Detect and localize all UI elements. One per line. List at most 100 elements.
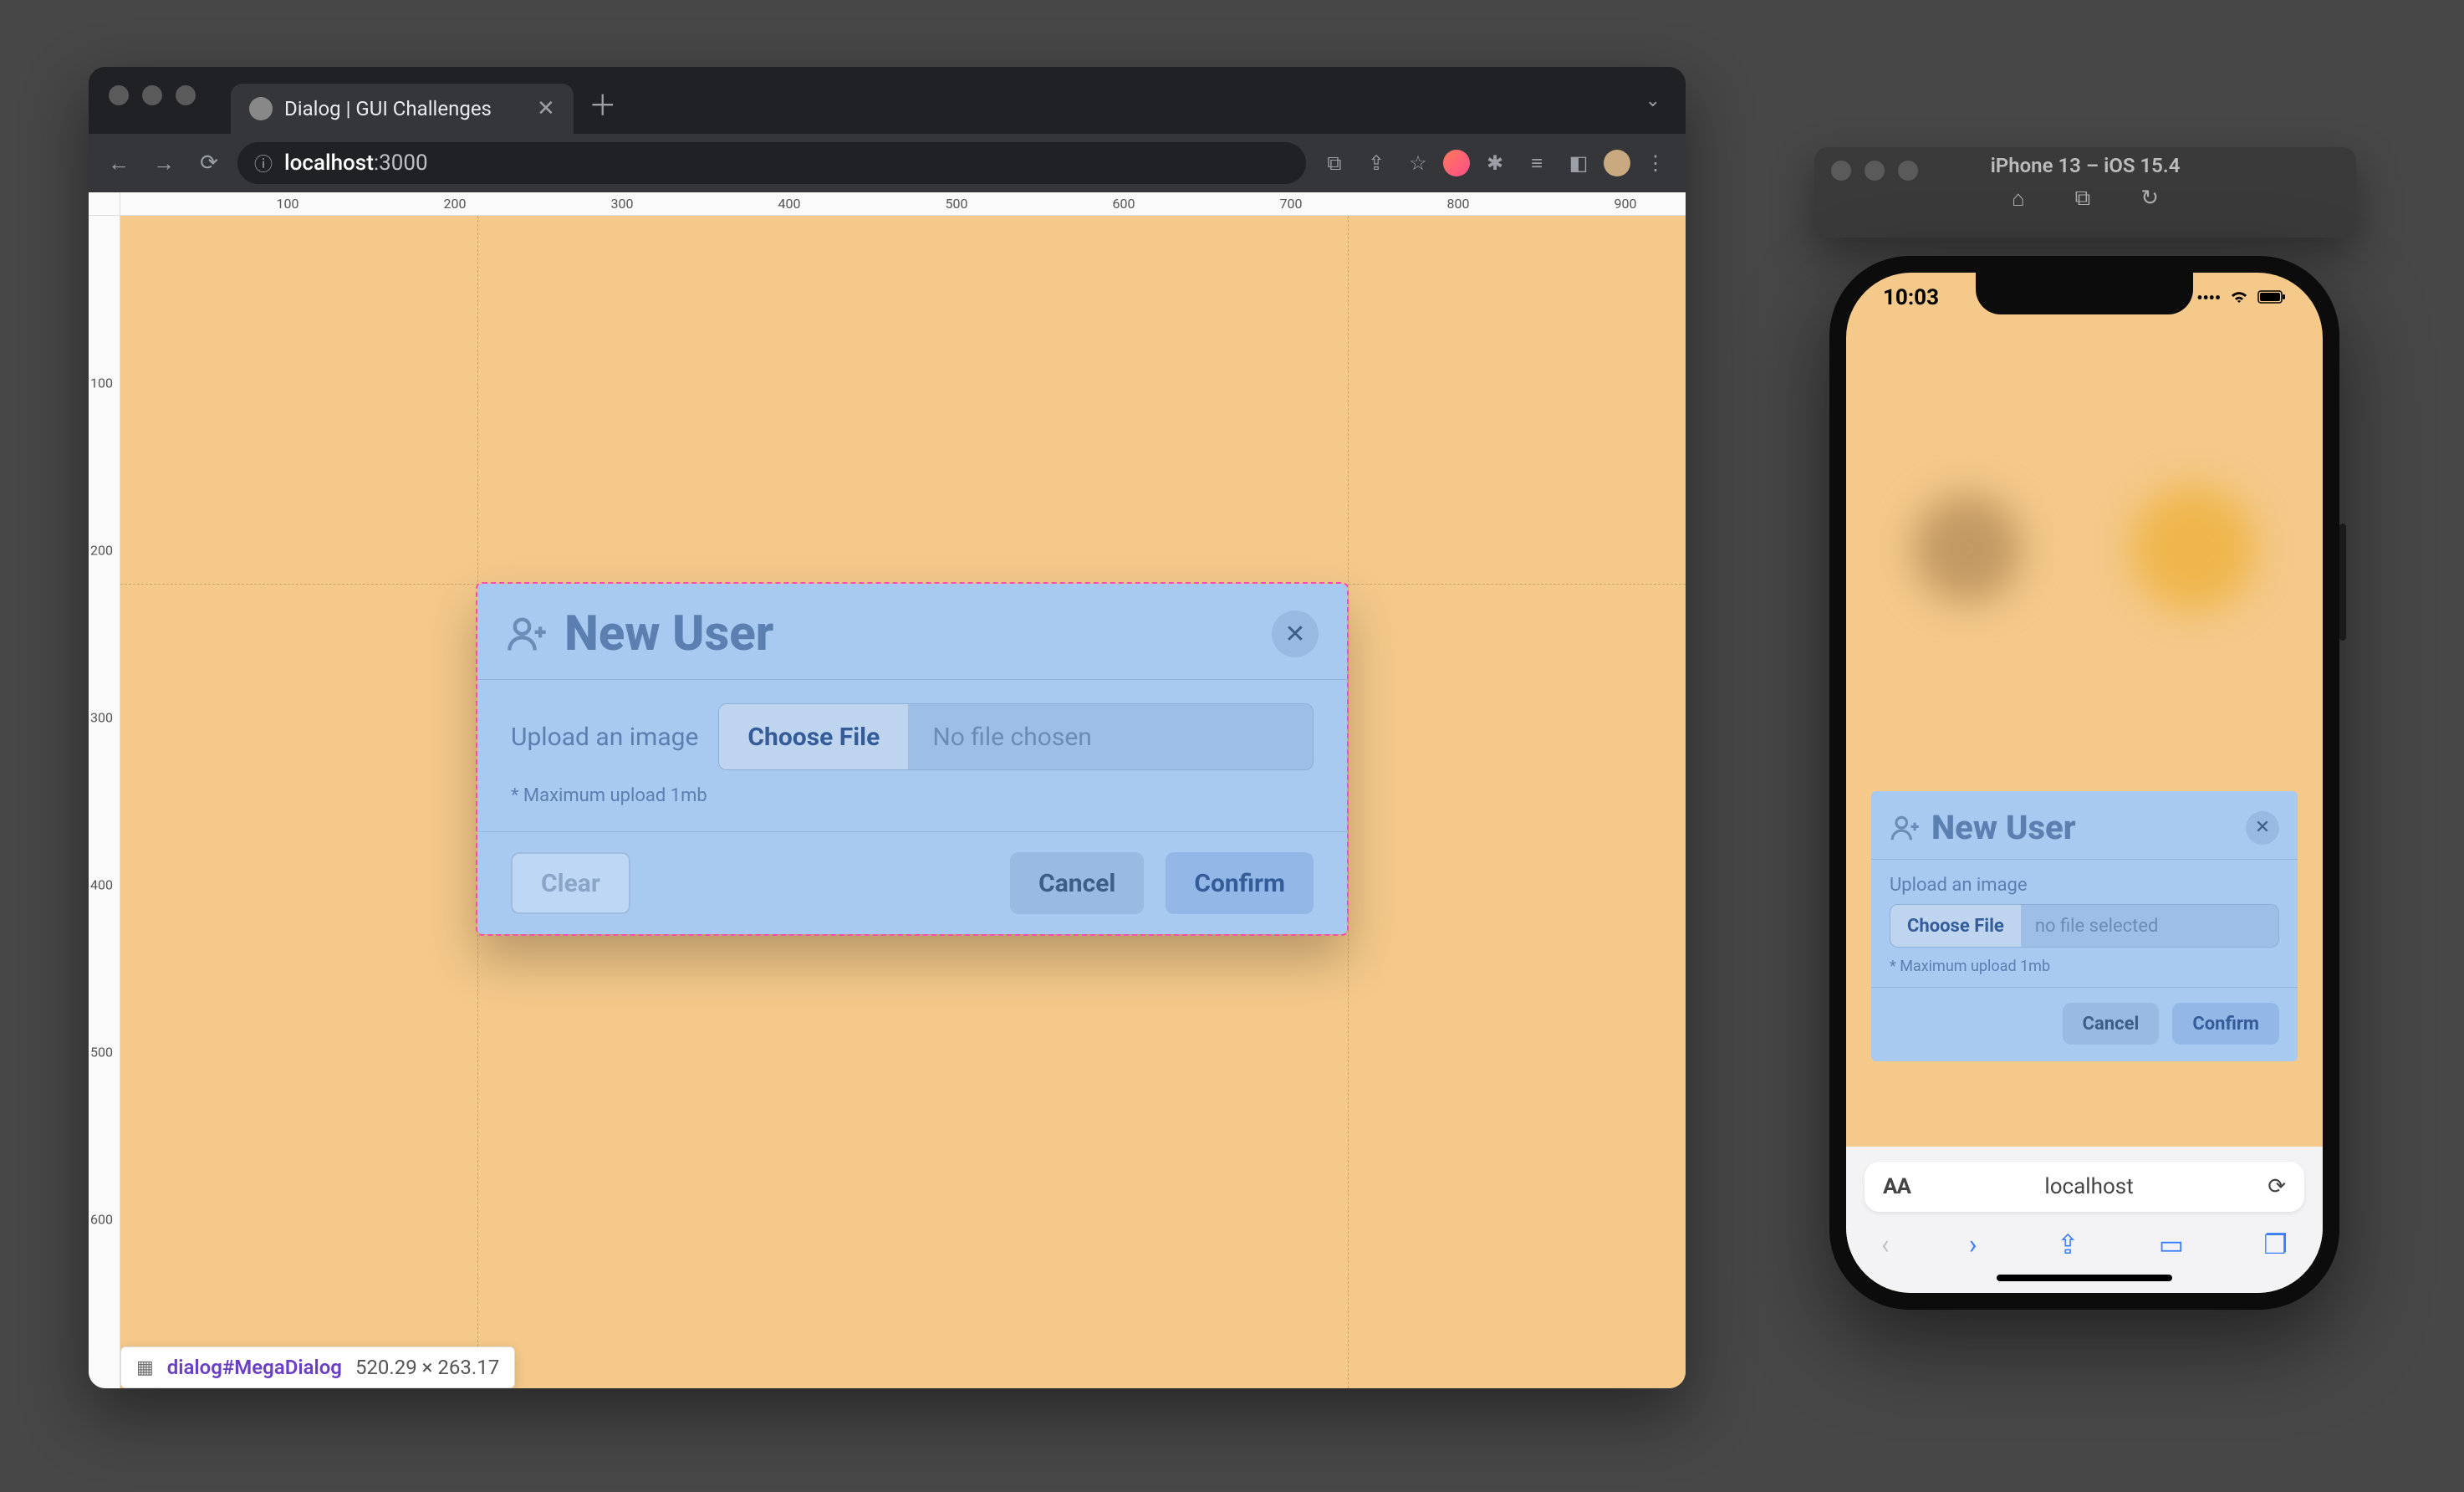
traffic-minimize-icon[interactable] (1865, 161, 1885, 181)
file-name-display: No file chosen (909, 704, 1313, 769)
cellular-icon: •••• (2196, 288, 2221, 308)
dialog-title: New User (1931, 808, 2076, 847)
ruler-tick: 400 (778, 196, 801, 212)
sim-rotate-icon[interactable]: ↻ (2140, 186, 2159, 212)
home-indicator[interactable] (1997, 1275, 2172, 1281)
ruler-tick: 100 (90, 376, 113, 391)
traffic-close-icon[interactable] (109, 85, 129, 105)
dialog-header: New User ✕ (477, 584, 1347, 679)
ruler-tick: 900 (1615, 196, 1637, 212)
address-bar[interactable]: ⓘ localhost:3000 (237, 142, 1306, 184)
devtools-dock-icon[interactable]: ◧ (1562, 146, 1595, 180)
sim-screenshot-icon[interactable]: ⧉ (2075, 186, 2091, 212)
choose-file-button[interactable]: Choose File (719, 704, 909, 769)
user-plus-icon (506, 612, 549, 656)
safari-address-bar[interactable]: AA localhost ⟳ (1865, 1162, 2304, 1212)
traffic-zoom-icon[interactable] (1898, 161, 1918, 181)
back-button[interactable]: ← (102, 146, 135, 180)
dialog-close-button[interactable]: ✕ (2246, 811, 2279, 845)
chrome-browser-window: Dialog | GUI Challenges ✕ ＋ ⌄ ← → ⟳ ⓘ lo… (89, 67, 1686, 1388)
dialog-title: New User (564, 605, 773, 662)
sim-traffic-lights[interactable] (1831, 161, 1918, 181)
status-time: 10:03 (1883, 285, 1939, 310)
grid-icon: ▦ (136, 1357, 154, 1378)
ruler-tick: 600 (90, 1212, 113, 1228)
confirm-button[interactable]: Confirm (2172, 1003, 2279, 1045)
wifi-icon (2229, 288, 2249, 308)
ruler-tick: 100 (277, 196, 299, 212)
window-traffic-lights[interactable] (109, 85, 196, 105)
ruler-corner (89, 192, 120, 216)
tab-strip: Dialog | GUI Challenges ✕ ＋ ⌄ (89, 67, 1686, 134)
chrome-menu-icon[interactable]: ⋮ (1639, 146, 1672, 180)
simulator-toolbar: ⌂ ⧉ ↻ (1814, 177, 2356, 212)
ruler-tick: 200 (90, 543, 113, 559)
extension-1-icon[interactable] (1443, 150, 1470, 176)
dialog-body: Upload an image Choose File No file chos… (477, 679, 1347, 831)
ruler-tick: 800 (1447, 196, 1470, 212)
phone-side-button (2339, 524, 2346, 641)
element-dimensions-text: 520.29 × 263.17 (355, 1356, 499, 1379)
ruler-tick: 400 (90, 877, 113, 893)
page-background-blurred (1846, 323, 2323, 774)
confirm-button[interactable]: Confirm (1166, 852, 1314, 914)
profile-avatar-icon[interactable] (1604, 150, 1630, 176)
open-external-icon[interactable]: ⧉ (1318, 146, 1351, 180)
cancel-button[interactable]: Cancel (2063, 1003, 2160, 1045)
safari-forward-icon[interactable]: › (1969, 1229, 1977, 1260)
new-user-dialog: New User ✕ Upload an image Choose File N… (477, 584, 1347, 934)
choose-file-button[interactable]: Choose File (1890, 905, 2022, 947)
safari-bookmarks-icon[interactable]: ▭ (2159, 1229, 2184, 1260)
reader-aa-icon[interactable]: AA (1883, 1174, 1910, 1199)
browser-tab[interactable]: Dialog | GUI Challenges ✕ (231, 84, 574, 134)
safari-share-icon[interactable]: ⇪ (2057, 1229, 2079, 1260)
extensions-puzzle-icon[interactable]: ✱ (1478, 146, 1512, 180)
site-info-icon[interactable]: ⓘ (254, 150, 273, 176)
ruler-tick: 300 (611, 196, 634, 212)
devtools-element-badge[interactable]: ▦ dialog#MegaDialog 520.29 × 263.17 (120, 1346, 515, 1388)
upload-label: Upload an image (511, 723, 698, 752)
forward-button[interactable]: → (147, 146, 181, 180)
ruler-tick: 500 (946, 196, 968, 212)
devtools-guide (1348, 216, 1349, 1388)
phone-screen[interactable]: 10:03 •••• New User ✕ (1846, 273, 2323, 1293)
battery-icon (2257, 288, 2286, 308)
traffic-zoom-icon[interactable] (176, 85, 196, 105)
ruler-tick: 300 (90, 710, 113, 726)
safari-back-icon[interactable]: ‹ (1881, 1229, 1890, 1260)
user-plus-icon (1890, 812, 1921, 844)
upload-hint: * Maximum upload 1mb (1890, 948, 2279, 980)
bookmark-star-icon[interactable]: ☆ (1401, 146, 1435, 180)
safari-reload-icon[interactable]: ⟳ (2268, 1174, 2286, 1199)
tab-title: Dialog | GUI Challenges (284, 97, 492, 120)
cancel-button[interactable]: Cancel (1010, 852, 1144, 914)
ruler-tick: 600 (1113, 196, 1135, 212)
file-input[interactable]: Choose File no file selected (1890, 904, 2279, 948)
tab-favicon-icon (249, 97, 273, 120)
tabs-dropdown-icon[interactable]: ⌄ (1645, 90, 1661, 111)
upload-label: Upload an image (1890, 866, 2279, 904)
toolbar-actions: ⧉ ⇪ ☆ ✱ ≡ ◧ ⋮ (1318, 146, 1672, 180)
ruler-tick: 700 (1280, 196, 1303, 212)
reload-button[interactable]: ⟳ (192, 146, 226, 180)
safari-tabs-icon[interactable]: ❐ (2263, 1229, 2288, 1260)
page-viewport[interactable]: New User ✕ Upload an image Choose File N… (120, 216, 1686, 1388)
reading-list-icon[interactable]: ≡ (1520, 146, 1553, 180)
file-input[interactable]: Choose File No file chosen (718, 703, 1314, 770)
tab-close-icon[interactable]: ✕ (537, 96, 555, 121)
share-icon[interactable]: ⇪ (1360, 146, 1393, 180)
traffic-close-icon[interactable] (1831, 161, 1851, 181)
safari-bottom-bar: AA localhost ⟳ ‹ › ⇪ ▭ ❐ (1846, 1147, 2323, 1293)
new-tab-button[interactable]: ＋ (589, 83, 617, 124)
mobile-new-user-dialog: New User ✕ Upload an image Choose File n… (1871, 791, 2298, 1061)
upload-hint: * Maximum upload 1mb (511, 785, 1314, 823)
clear-button[interactable]: Clear (511, 852, 630, 914)
file-name-display: no file selected (2022, 905, 2278, 947)
viewport-with-rulers: 100 200 300 400 500 600 700 800 900 100 … (89, 192, 1686, 1388)
dialog-footer: Clear Cancel Confirm (477, 831, 1347, 934)
traffic-minimize-icon[interactable] (142, 85, 162, 105)
element-selector-text: dialog#MegaDialog (167, 1356, 342, 1379)
dialog-close-button[interactable]: ✕ (1272, 611, 1319, 657)
sim-home-icon[interactable]: ⌂ (2012, 186, 2025, 212)
browser-toolbar: ← → ⟳ ⓘ localhost:3000 ⧉ ⇪ ☆ ✱ ≡ ◧ ⋮ (89, 134, 1686, 192)
